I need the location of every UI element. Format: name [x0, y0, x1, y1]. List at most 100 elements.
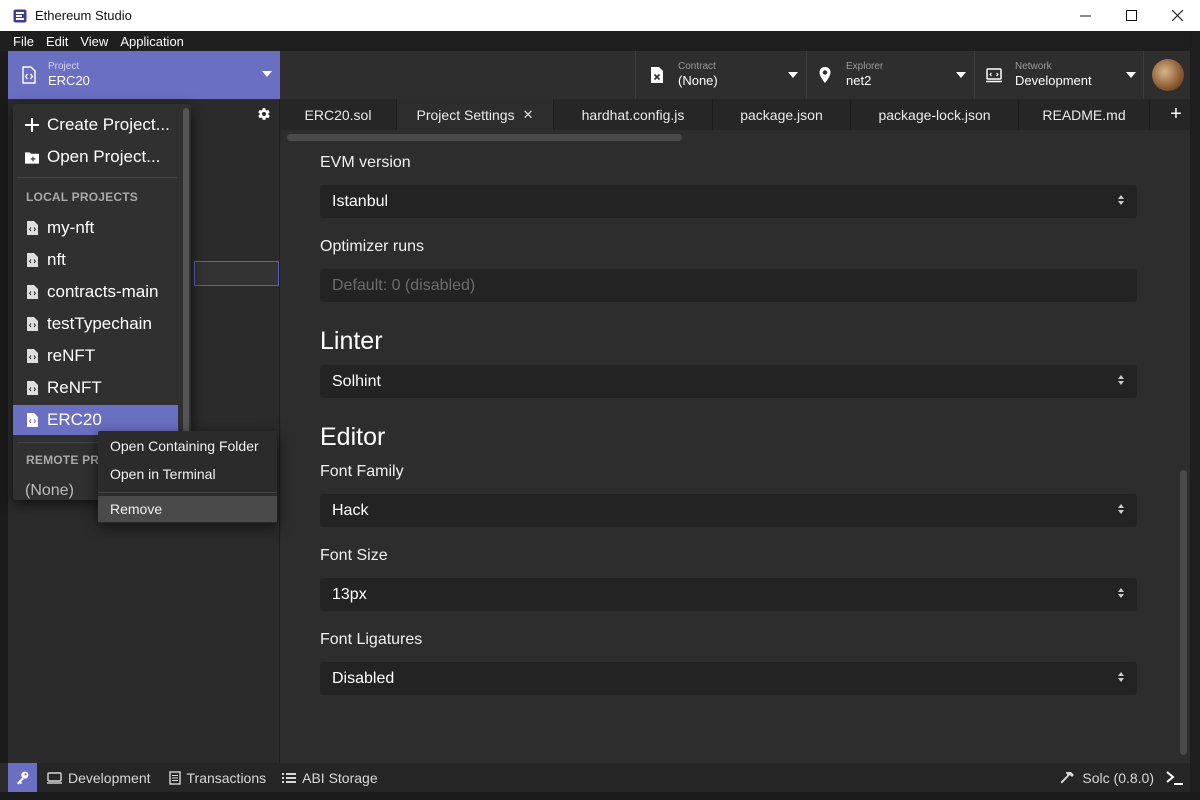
select-arrows-icon [1118, 195, 1124, 205]
font-ligatures-select[interactable]: Disabled [320, 662, 1137, 695]
project-item-label: ReNFT [47, 378, 102, 397]
tab-package-json[interactable]: package.json [713, 99, 851, 130]
contract-label: Contract [678, 60, 716, 72]
menu-file[interactable]: File [7, 34, 40, 49]
status-bar: Development Transactions ABI Storage Sol… [8, 763, 1190, 792]
tab-label: package-lock.json [878, 106, 991, 123]
minimize-button[interactable] [1062, 0, 1108, 31]
window-title: Ethereum Studio [35, 8, 132, 23]
font-family-value: Hack [332, 501, 369, 519]
tab-label: README.md [1042, 106, 1126, 123]
network-value: Development [1015, 72, 1092, 88]
tab-hardhat-config[interactable]: hardhat.config.js [554, 99, 713, 130]
chevron-down-icon [1126, 72, 1136, 78]
project-item-nft[interactable]: nft [13, 245, 178, 275]
evm-version-select[interactable]: Istanbul [320, 185, 1137, 218]
location-pin-icon [819, 67, 831, 83]
app-icon [13, 9, 27, 22]
menu-view[interactable]: View [74, 34, 114, 49]
chevron-down-icon [262, 71, 272, 77]
project-file-icon [22, 66, 36, 84]
project-item-contracts-main[interactable]: contracts-main [13, 277, 178, 307]
compiler-version-label: Solc (0.8.0) [1082, 769, 1154, 786]
close-window-button[interactable] [1154, 0, 1200, 31]
create-project-label: Create Project... [47, 115, 170, 134]
terminal-icon [1166, 770, 1183, 785]
network-laptop-icon [986, 68, 1002, 83]
open-folder-icon [25, 150, 39, 164]
tab-label: ERC20.sol [304, 106, 372, 123]
project-selector[interactable]: Project ERC20 [8, 51, 280, 99]
project-file-icon [25, 413, 39, 427]
development-button[interactable]: Development [47, 770, 151, 786]
divider [806, 51, 807, 99]
tab-package-lock-json[interactable]: package-lock.json [851, 99, 1019, 130]
optimizer-runs-label: Optimizer runs [320, 238, 425, 255]
optimizer-runs-input[interactable]: Default: 0 (disabled) [320, 269, 1137, 302]
close-tab-icon[interactable]: ✕ [523, 107, 534, 123]
header-bar: Project ERC20 Contract (None) Explorer n… [8, 51, 1190, 99]
minimize-icon [1079, 15, 1091, 17]
receipt-icon [168, 770, 181, 785]
divider [1143, 51, 1144, 99]
linter-select[interactable]: Solhint [320, 365, 1137, 398]
menu-edit[interactable]: Edit [40, 34, 74, 49]
font-size-select[interactable]: 13px [320, 578, 1137, 611]
terminal-button[interactable] [1166, 770, 1184, 785]
editor-heading: Editor [320, 423, 386, 451]
tab-label: package.json [740, 106, 823, 123]
explorer-selector[interactable]: Explorer net2 [816, 51, 966, 99]
explorer-label: Explorer [846, 60, 884, 72]
contract-selector[interactable]: Contract (None) [648, 51, 798, 99]
font-ligatures-value: Disabled [332, 669, 395, 687]
project-item-renft[interactable]: reNFT [13, 341, 178, 371]
menu-application[interactable]: Application [114, 34, 190, 49]
linter-heading: Linter [320, 327, 383, 355]
project-item-label: ERC20 [47, 410, 102, 429]
left-edge [0, 51, 8, 763]
chevron-down-icon [956, 72, 966, 78]
remove-item[interactable]: Remove [98, 496, 277, 522]
maximize-button[interactable] [1108, 0, 1154, 31]
project-item-testtypechain[interactable]: testTypechain [13, 309, 178, 339]
tab-project-settings[interactable]: Project Settings ✕ [397, 99, 554, 130]
font-family-select[interactable]: Hack [320, 494, 1137, 527]
right-edge [1190, 31, 1200, 792]
open-containing-folder-item[interactable]: Open Containing Folder [98, 433, 277, 459]
add-tab-button[interactable]: + [1162, 99, 1190, 130]
project-item-my-nft[interactable]: my-nft [13, 213, 178, 243]
open-in-terminal-item[interactable]: Open in Terminal [98, 461, 277, 487]
keys-button[interactable] [8, 763, 37, 792]
maximize-icon [1125, 10, 1137, 21]
project-settings-panel: EVM version Istanbul Optimizer runs Defa… [281, 130, 1190, 763]
project-file-icon [25, 253, 39, 267]
gear-icon[interactable] [257, 107, 271, 121]
select-arrows-icon [1118, 375, 1124, 385]
project-item-renft-2[interactable]: ReNFT [13, 373, 178, 403]
horizontal-scrollbar[interactable] [287, 134, 682, 141]
network-selector[interactable]: Network Development [985, 51, 1138, 99]
avatar[interactable] [1152, 59, 1184, 91]
project-item-label: nft [47, 250, 66, 269]
project-file-icon [25, 285, 39, 299]
create-project-item[interactable]: Create Project... [13, 110, 178, 140]
explorer-value: net2 [846, 72, 872, 88]
remote-projects-empty: (None) [25, 482, 74, 499]
key-icon [16, 771, 29, 785]
open-project-item[interactable]: Open Project... [13, 142, 178, 172]
linter-value: Solhint [332, 372, 381, 390]
compiler-version-button[interactable]: Solc (0.8.0) [1060, 770, 1154, 786]
project-item-label: testTypechain [47, 314, 152, 333]
tab-readme[interactable]: README.md [1019, 99, 1150, 130]
local-projects-heading: LOCAL PROJECTS [26, 190, 138, 204]
tab-label: hardhat.config.js [581, 106, 685, 123]
abi-storage-button[interactable]: ABI Storage [282, 770, 378, 786]
project-context-menu: Open Containing Folder Open in Terminal … [98, 431, 277, 523]
open-project-label: Open Project... [47, 147, 161, 166]
evm-version-value: Istanbul [332, 192, 389, 210]
tab-erc20-sol[interactable]: ERC20.sol [280, 99, 397, 130]
project-file-icon [25, 381, 39, 395]
project-value: ERC20 [48, 72, 90, 88]
vertical-scrollbar[interactable] [1180, 470, 1187, 755]
transactions-button[interactable]: Transactions [168, 770, 266, 786]
